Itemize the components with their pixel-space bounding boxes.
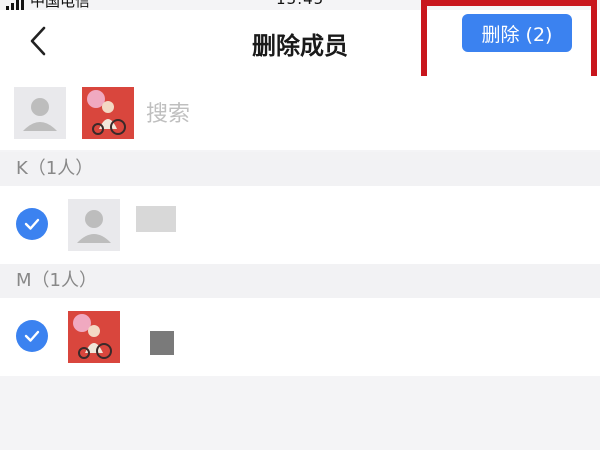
selected-checkbox[interactable] <box>16 320 48 352</box>
search-input[interactable] <box>146 94 406 134</box>
member-avatar-default <box>68 199 120 251</box>
section-header-m: M（1人） <box>0 264 600 298</box>
member-row[interactable] <box>0 298 600 376</box>
blurred-name-redaction <box>150 331 174 355</box>
member-avatar-photo <box>68 311 120 363</box>
photo-avatar-icon <box>68 311 120 363</box>
selected-avatar-default[interactable] <box>14 87 66 139</box>
section-header-k: K（1人） <box>0 152 600 186</box>
selected-checkbox[interactable] <box>16 208 48 240</box>
checkmark-icon <box>24 330 40 342</box>
status-time: 13:45 <box>276 0 324 8</box>
photo-avatar-icon <box>82 87 134 139</box>
person-icon <box>77 210 111 243</box>
person-icon <box>23 98 57 131</box>
delete-button[interactable]: 删除 (2) <box>462 14 572 52</box>
member-row[interactable] <box>0 186 600 264</box>
checkmark-icon <box>24 218 40 230</box>
selected-avatar-photo[interactable] <box>82 87 134 139</box>
selected-members-strip <box>0 76 600 150</box>
blurred-name-redaction <box>136 206 176 232</box>
